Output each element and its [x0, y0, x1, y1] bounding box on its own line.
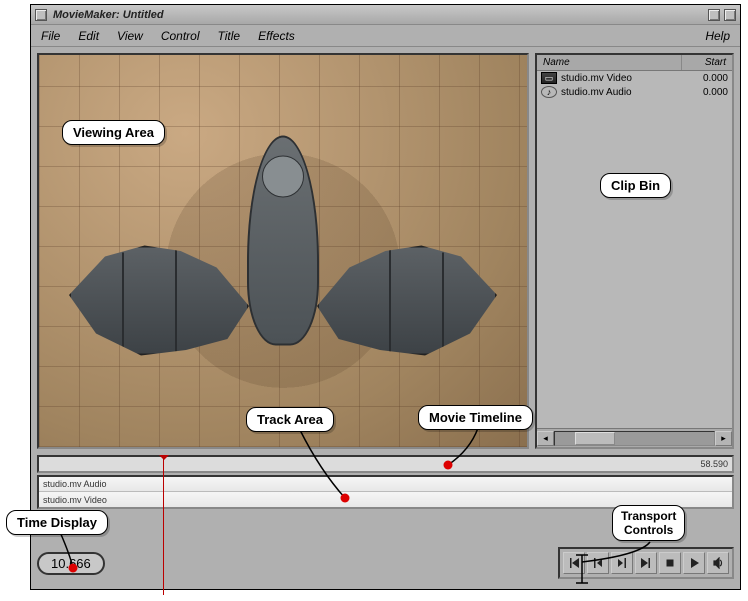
transport-controls — [558, 547, 734, 579]
stop-button[interactable] — [659, 552, 681, 574]
track-row[interactable]: studio.mv Audio — [39, 477, 732, 492]
viewer-frame-content — [247, 136, 319, 346]
menu-file[interactable]: File — [41, 29, 60, 43]
go-end-button[interactable] — [635, 552, 657, 574]
scroll-left-icon[interactable]: ◂ — [537, 431, 554, 446]
step-back-button[interactable] — [587, 552, 609, 574]
menubar: File Edit View Control Title Effects Hel… — [31, 25, 740, 47]
clipbin-scrollbar[interactable]: ◂ ▸ — [537, 428, 732, 447]
col-start[interactable]: Start — [682, 55, 732, 70]
callout-timeline: Movie Timeline — [418, 405, 533, 430]
callout-track: Track Area — [246, 407, 334, 432]
audio-clip-icon: ♪ — [541, 86, 557, 98]
callout-viewing: Viewing Area — [62, 120, 165, 145]
scroll-track[interactable] — [554, 431, 715, 446]
menu-help[interactable]: Help — [705, 29, 730, 43]
clip-start: 0.000 — [678, 73, 728, 84]
go-start-button[interactable] — [563, 552, 585, 574]
timeline-duration: 58.590 — [700, 459, 728, 469]
menu-edit[interactable]: Edit — [78, 29, 99, 43]
audio-button[interactable] — [707, 552, 729, 574]
clipbin-header: Name Start — [537, 55, 732, 71]
play-button[interactable] — [683, 552, 705, 574]
movie-timeline[interactable]: 58.590 — [37, 455, 734, 473]
step-forward-button[interactable] — [611, 552, 633, 574]
scroll-right-icon[interactable]: ▸ — [715, 431, 732, 446]
col-name[interactable]: Name — [537, 55, 682, 70]
track-area[interactable]: studio.mv Audio studio.mv Video — [37, 475, 734, 509]
time-display: 10.666 — [37, 552, 105, 575]
viewing-area[interactable] — [37, 53, 529, 449]
titlebar[interactable]: MovieMaker: Untitled — [31, 5, 740, 25]
callout-transport: Transport Controls — [612, 505, 685, 541]
minimize-button[interactable] — [708, 9, 720, 21]
window-menu-icon[interactable] — [35, 9, 47, 21]
clip-bin[interactable]: Name Start ▭ studio.mv Video 0.000 ♪ stu… — [535, 53, 734, 449]
menu-view[interactable]: View — [117, 29, 143, 43]
app-window: MovieMaker: Untitled File Edit View Cont… — [30, 4, 741, 590]
scroll-thumb[interactable] — [575, 432, 615, 445]
playhead-marker[interactable] — [159, 455, 169, 465]
clip-start: 0.000 — [678, 87, 728, 98]
maximize-button[interactable] — [724, 9, 736, 21]
video-clip-icon: ▭ — [541, 72, 557, 84]
clip-name: studio.mv Audio — [561, 87, 678, 98]
callout-timedisp: Time Display — [6, 510, 108, 535]
track-label: studio.mv Audio — [43, 479, 107, 489]
clip-row[interactable]: ♪ studio.mv Audio 0.000 — [537, 85, 732, 99]
track-label: studio.mv Video — [43, 495, 107, 505]
clip-name: studio.mv Video — [561, 73, 678, 84]
clip-row[interactable]: ▭ studio.mv Video 0.000 — [537, 71, 732, 85]
menu-title[interactable]: Title — [218, 29, 241, 43]
menu-effects[interactable]: Effects — [258, 29, 295, 43]
callout-clipbin: Clip Bin — [600, 173, 671, 198]
menu-control[interactable]: Control — [161, 29, 200, 43]
time-display-value: 10.666 — [51, 556, 91, 571]
window-title: MovieMaker: Untitled — [53, 9, 164, 21]
